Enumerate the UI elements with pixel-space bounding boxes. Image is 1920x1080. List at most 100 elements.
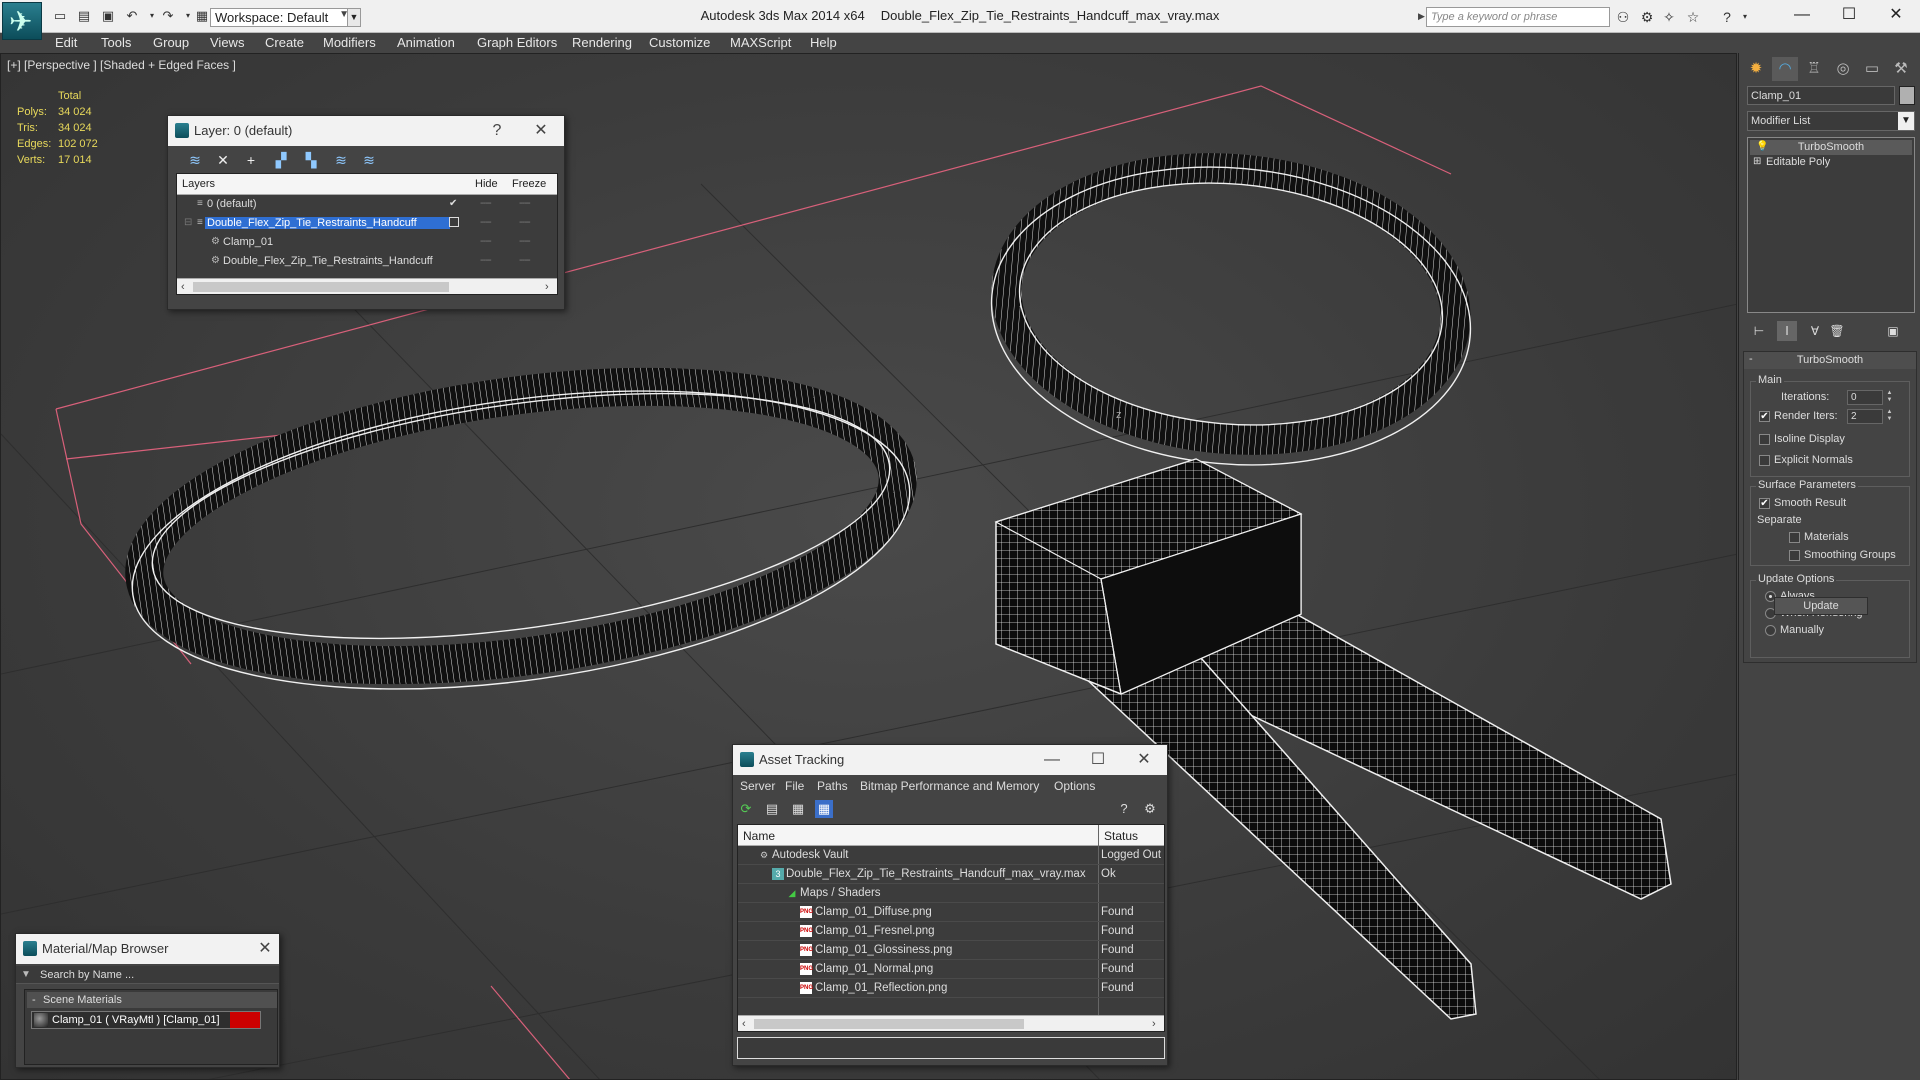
smooth-result-checkbox[interactable]: ✔ bbox=[1759, 498, 1770, 509]
modifier-list-dropdown[interactable]: Modifier List ▼ bbox=[1747, 111, 1915, 131]
hide-toggle[interactable]: ---- bbox=[480, 197, 492, 209]
asset-row[interactable]: PNG Clamp_01_Fresnel.png Found bbox=[738, 922, 1164, 941]
favorites-star-icon[interactable]: ☆ bbox=[1684, 8, 1702, 26]
stack-item-editable-poly[interactable]: ⊞ Editable Poly bbox=[1750, 155, 1912, 170]
communication-center-icon[interactable]: ✧ bbox=[1660, 8, 1678, 26]
rollout-header[interactable]: - TurboSmooth bbox=[1744, 352, 1916, 369]
horizontal-scrollbar[interactable]: ‹ › bbox=[177, 278, 557, 294]
iterations-spinner[interactable]: 0 bbox=[1847, 390, 1883, 405]
asset-row[interactable]: PNG Clamp_01_Diffuse.png Found bbox=[738, 903, 1164, 922]
asset-row[interactable]: 3 Double_Flex_Zip_Tie_Restraints_Handcuf… bbox=[738, 865, 1164, 884]
undo-icon[interactable]: ↶ bbox=[124, 9, 140, 23]
material-browser-titlebar[interactable]: Material/Map Browser ✕ bbox=[16, 934, 279, 964]
configure-modifier-sets-icon[interactable]: ▣ bbox=[1883, 321, 1903, 341]
smoothing-groups-checkbox[interactable] bbox=[1789, 550, 1800, 561]
menu-server[interactable]: Server bbox=[740, 779, 775, 793]
horizontal-scrollbar[interactable]: ‹ › bbox=[738, 1015, 1164, 1031]
redo-icon[interactable]: ↷ bbox=[160, 9, 176, 23]
menu-tools[interactable]: Tools bbox=[101, 35, 131, 50]
hide-toggle[interactable]: ---- bbox=[480, 235, 492, 247]
asset-row[interactable]: ⚙ Autodesk Vault Logged Out bbox=[738, 846, 1164, 865]
menu-create[interactable]: Create bbox=[265, 35, 304, 50]
asset-row[interactable]: PNG Clamp_01_Glossiness.png Found bbox=[738, 941, 1164, 960]
show-end-result-icon[interactable]: Ⅰ bbox=[1777, 321, 1797, 341]
spinner-arrows-icon[interactable]: ▲ ▼ bbox=[1885, 390, 1894, 405]
tree-view-icon[interactable]: ▦ bbox=[789, 800, 807, 818]
remove-modifier-icon[interactable]: 🗑 bbox=[1827, 321, 1847, 341]
column-layers[interactable]: Layers bbox=[182, 178, 215, 190]
freeze-toggle[interactable]: ---- bbox=[519, 254, 531, 266]
object-name-field[interactable]: Clamp_01 bbox=[1747, 86, 1895, 105]
menu-file[interactable]: File bbox=[785, 779, 804, 793]
close-button[interactable]: ✕ bbox=[1131, 749, 1157, 771]
expand-icon[interactable]: ⊟ bbox=[184, 217, 194, 229]
app-menu-button[interactable]: ✈ bbox=[2, 2, 42, 40]
hide-toggle[interactable]: ---- bbox=[480, 216, 492, 228]
freeze-toggle[interactable]: ---- bbox=[519, 197, 531, 209]
project-folder-icon[interactable]: ▦ bbox=[194, 9, 210, 23]
object-color-swatch[interactable] bbox=[1899, 86, 1915, 105]
scrollbar-thumb[interactable] bbox=[754, 1019, 1024, 1029]
quick-access-dropdown[interactable]: ▼ bbox=[347, 8, 361, 27]
display-tab-icon[interactable]: ▭ bbox=[1859, 57, 1885, 81]
modify-tab-icon[interactable]: ◠ bbox=[1772, 57, 1798, 81]
menu-options[interactable]: Options bbox=[1054, 779, 1095, 793]
material-search[interactable]: ▼ Search by Name ... bbox=[16, 966, 279, 984]
freeze-toggle[interactable]: ---- bbox=[519, 216, 531, 228]
menu-edit[interactable]: Edit bbox=[55, 35, 77, 50]
viewport-label[interactable]: [+] [Perspective ] [Shaded + Edged Faces… bbox=[7, 58, 236, 72]
scroll-right-icon[interactable]: › bbox=[545, 279, 549, 295]
menu-bitmap-performance[interactable]: Bitmap Performance and Memory bbox=[860, 779, 1039, 793]
freeze-toggle[interactable]: ---- bbox=[519, 235, 531, 247]
pin-stack-icon[interactable]: ⊢ bbox=[1749, 321, 1769, 341]
list-view-icon[interactable]: ▤ bbox=[763, 800, 781, 818]
help-icon[interactable]: ? bbox=[1115, 800, 1133, 818]
asset-path-field[interactable] bbox=[737, 1037, 1165, 1059]
close-button[interactable]: ✕ bbox=[1873, 0, 1919, 30]
render-iters-spinner[interactable]: 2 bbox=[1847, 409, 1883, 424]
asset-row[interactable]: PNG Clamp_01_Normal.png Found bbox=[738, 960, 1164, 979]
menu-help[interactable]: Help bbox=[810, 35, 837, 50]
subscription-icon[interactable]: ⚙ bbox=[1638, 8, 1656, 26]
hierarchy-tab-icon[interactable]: ♖ bbox=[1801, 57, 1827, 81]
create-tab-icon[interactable]: ✹ bbox=[1743, 57, 1769, 81]
motion-tab-icon[interactable]: ◎ bbox=[1830, 57, 1856, 81]
stack-item-turbosmooth[interactable]: 💡 TurboSmooth bbox=[1750, 140, 1912, 155]
workspace-dropdown[interactable]: Workspace: Default ▼ bbox=[210, 8, 352, 27]
make-unique-icon[interactable]: ∀ bbox=[1805, 321, 1825, 341]
render-iters-checkbox[interactable]: ✔ bbox=[1759, 411, 1770, 422]
search-expand-icon[interactable]: ▶ bbox=[1418, 11, 1425, 22]
select-objects-icon[interactable]: ▞ bbox=[272, 151, 290, 169]
menu-modifiers[interactable]: Modifiers bbox=[323, 35, 376, 50]
close-button[interactable]: ✕ bbox=[252, 938, 278, 960]
help-button[interactable]: ? bbox=[484, 120, 510, 142]
asset-row[interactable]: PNG Clamp_01_Reflection.png Found bbox=[738, 979, 1164, 998]
search-input[interactable]: Type a keyword or phrase bbox=[1426, 7, 1610, 27]
manually-radio[interactable] bbox=[1765, 625, 1776, 636]
binoculars-icon[interactable]: ⚇ bbox=[1614, 8, 1632, 26]
maximize-button[interactable]: ☐ bbox=[1826, 0, 1872, 30]
add-to-layer-icon[interactable]: + bbox=[242, 151, 260, 169]
column-status[interactable]: Status bbox=[1104, 829, 1138, 843]
spinner-arrows-icon[interactable]: ▲ ▼ bbox=[1885, 409, 1894, 424]
set-active-layer-icon[interactable] bbox=[449, 217, 459, 227]
menu-rendering[interactable]: Rendering bbox=[572, 35, 632, 50]
asset-tracking-titlebar[interactable]: Asset Tracking — ☐ ✕ bbox=[733, 745, 1167, 775]
hide-toggle[interactable]: ---- bbox=[480, 254, 492, 266]
menu-animation[interactable]: Animation bbox=[397, 35, 455, 50]
menu-group[interactable]: Group bbox=[153, 35, 189, 50]
delete-layer-icon[interactable]: ✕ bbox=[214, 151, 232, 169]
collapse-icon[interactable]: - bbox=[32, 994, 36, 1006]
table-view-icon[interactable]: ▦ bbox=[815, 800, 833, 818]
minimize-button[interactable]: — bbox=[1779, 0, 1825, 30]
layer-row[interactable]: ⊟ ≡ Double_Flex_Zip_Tie_Restraints_Handc… bbox=[177, 214, 557, 233]
help-dropdown-icon[interactable]: ▾ bbox=[1736, 8, 1754, 26]
layer-row[interactable]: ≡ 0 (default) ✔ ---- ---- bbox=[177, 195, 557, 214]
save-file-icon[interactable]: ▣ bbox=[100, 9, 116, 23]
menu-views[interactable]: Views bbox=[210, 35, 244, 50]
menu-paths[interactable]: Paths bbox=[817, 779, 848, 793]
utilities-tab-icon[interactable]: ⚒ bbox=[1888, 57, 1914, 81]
menu-customize[interactable]: Customize bbox=[649, 35, 710, 50]
layer-panel-titlebar[interactable]: Layer: 0 (default) ? ✕ bbox=[168, 116, 564, 146]
undo-dropdown-icon[interactable]: ▾ bbox=[144, 9, 160, 23]
